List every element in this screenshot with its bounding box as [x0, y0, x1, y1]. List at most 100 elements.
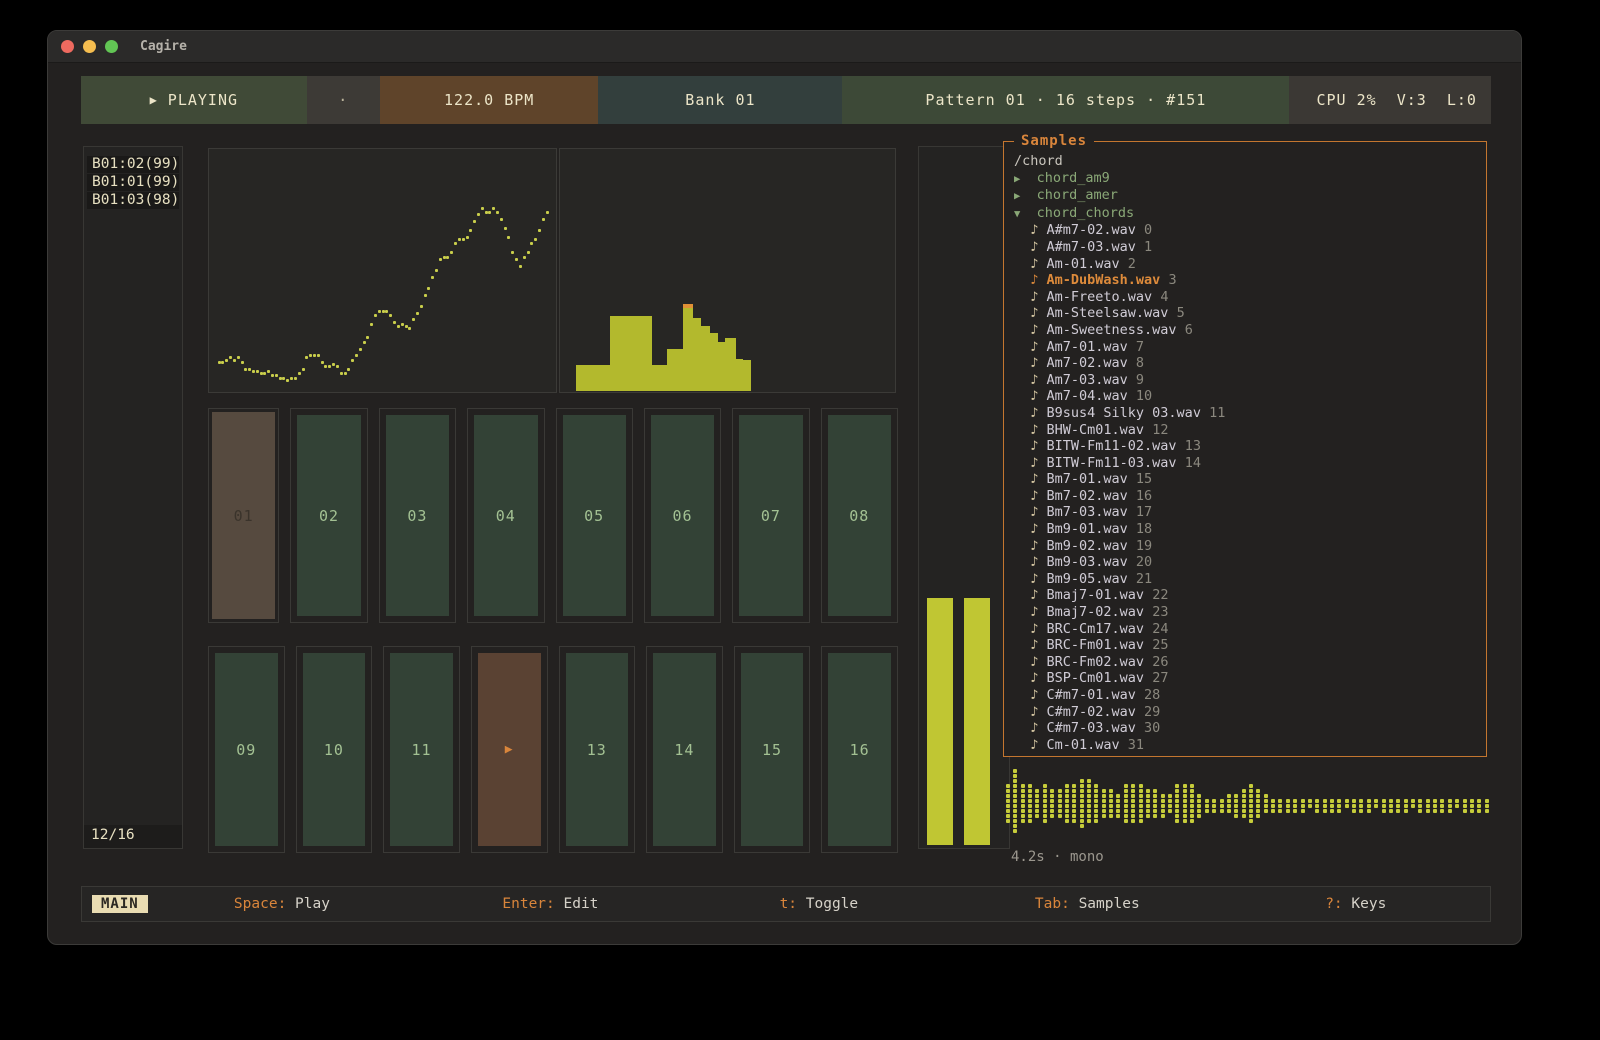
sample-file-row[interactable]: ♪ BSP-Cm01.wav 27: [1014, 670, 1478, 687]
sample-file-row[interactable]: ♪ A#m7-02.wav 0: [1014, 222, 1478, 239]
sample-file-row[interactable]: ♪ Am-Steelsaw.wav 5: [1014, 305, 1478, 322]
scatter-point: [393, 321, 396, 324]
pad-12[interactable]: ▶: [471, 646, 548, 853]
scatter-point: [244, 368, 247, 371]
pad-07[interactable]: 07: [732, 408, 809, 623]
waveform-dot: [1035, 794, 1039, 798]
pad-01[interactable]: 01: [208, 408, 279, 623]
waveform-dot: [1116, 804, 1120, 808]
scatter-point: [397, 325, 400, 328]
sample-file-name: Am-Sweetness.wav: [1047, 322, 1177, 338]
sample-file-row[interactable]: ♪ Bm7-01.wav 15: [1014, 471, 1478, 488]
waveform-dot: [1264, 809, 1268, 813]
waveform-dot: [1190, 804, 1194, 808]
pad-04[interactable]: 04: [467, 408, 544, 623]
note-icon: ♪: [1014, 422, 1047, 438]
note-icon: ♪: [1014, 272, 1047, 288]
sample-file-row[interactable]: ♪ Am7-02.wav 8: [1014, 355, 1478, 372]
note-icon: ♪: [1014, 372, 1047, 388]
pad-14[interactable]: 14: [646, 646, 723, 853]
sample-file-row[interactable]: ♪ BRC-Fm01.wav 25: [1014, 637, 1478, 654]
sample-file-row[interactable]: ♪ C#m7-02.wav 29: [1014, 704, 1478, 721]
sample-file-name: Bm9-05.wav: [1047, 571, 1128, 587]
sample-file-row[interactable]: ♪ Bm9-03.wav 20: [1014, 554, 1478, 571]
sample-file-row[interactable]: ♪ Am7-01.wav 7: [1014, 339, 1478, 356]
sample-file-row[interactable]: ♪ Bm9-02.wav 19: [1014, 538, 1478, 555]
pad-13[interactable]: 13: [559, 646, 636, 853]
sample-file-row[interactable]: ♪ Am-Sweetness.wav 6: [1014, 322, 1478, 339]
sample-folder-row[interactable]: ▶ chord_am9: [1014, 170, 1478, 188]
sample-file-row[interactable]: ♪ Am-01.wav 2: [1014, 256, 1478, 273]
pad-03[interactable]: 03: [379, 408, 456, 623]
waveform-dot: [1080, 799, 1084, 803]
sample-file-row[interactable]: ♪ C#m7-01.wav 28: [1014, 687, 1478, 704]
zoom-button[interactable]: [105, 40, 118, 53]
waveform-dot: [1205, 809, 1209, 813]
waveform-dot: [1168, 799, 1172, 803]
pad-label: 13: [566, 653, 629, 846]
waveform-dot: [1345, 804, 1349, 808]
sample-file-row[interactable]: ♪ Bm7-03.wav 17: [1014, 504, 1478, 521]
pad-08[interactable]: 08: [821, 408, 898, 623]
waveform-dot: [1013, 829, 1017, 833]
waveform-dot: [1139, 794, 1143, 798]
pad-16[interactable]: 16: [821, 646, 898, 853]
waveform-dot: [1043, 784, 1047, 788]
pattern-display[interactable]: Pattern 01 · 16 steps · #151: [842, 76, 1289, 124]
pad-11[interactable]: 11: [383, 646, 460, 853]
sample-file-row[interactable]: ♪ Bmaj7-02.wav 23: [1014, 604, 1478, 621]
pad-06[interactable]: 06: [644, 408, 721, 623]
sample-file-row[interactable]: ♪ B9sus4 Silky 03.wav 11: [1014, 405, 1478, 422]
sample-file-row[interactable]: ♪ Am7-04.wav 10: [1014, 388, 1478, 405]
waveform-dot: [1418, 809, 1422, 813]
waveform-dot: [1485, 799, 1489, 803]
sample-file-index: 23: [1144, 604, 1168, 620]
waveform-dot: [1404, 804, 1408, 808]
waveform-dot: [1087, 819, 1091, 823]
sample-folder-row[interactable]: ▼ chord_chords: [1014, 205, 1478, 223]
waveform-dot: [1080, 819, 1084, 823]
sample-file-row[interactable]: ♪ Am7-03.wav 9: [1014, 372, 1478, 389]
pad-label: 06: [651, 415, 714, 616]
sample-file-row[interactable]: ♪ BITW-Fm11-02.wav 13: [1014, 438, 1478, 455]
pad-15[interactable]: 15: [734, 646, 811, 853]
sample-file-row[interactable]: ♪ Bm9-05.wav 21: [1014, 571, 1478, 588]
pad-09[interactable]: 09: [208, 646, 285, 853]
scatter-point: [496, 211, 499, 214]
sample-file-row[interactable]: ♪ Cm-01.wav 31: [1014, 737, 1478, 754]
waveform-dot: [1175, 794, 1179, 798]
close-button[interactable]: [61, 40, 74, 53]
bank-display[interactable]: Bank 01: [598, 76, 842, 124]
scatter-point: [347, 368, 350, 371]
sample-file-row[interactable]: ♪ Bm9-01.wav 18: [1014, 521, 1478, 538]
pad-02[interactable]: 02: [290, 408, 367, 623]
sample-file-row[interactable]: ♪ Bm7-02.wav 16: [1014, 488, 1478, 505]
pad-05[interactable]: 05: [556, 408, 633, 623]
waveform-dot: [1139, 789, 1143, 793]
waveform-dot: [1080, 809, 1084, 813]
sample-file-row[interactable]: ♪ Am-DubWash.wav 3: [1014, 272, 1478, 289]
sample-file-row[interactable]: ♪ BRC-Fm02.wav 26: [1014, 654, 1478, 671]
sample-file-row[interactable]: ♪ Am-Freeto.wav 4: [1014, 289, 1478, 306]
sample-file-row[interactable]: ♪ C#m7-03.wav 30: [1014, 720, 1478, 737]
minimize-button[interactable]: [83, 40, 96, 53]
sample-file-row[interactable]: ♪ BRC-Cm17.wav 24: [1014, 621, 1478, 638]
pad-10[interactable]: 10: [296, 646, 373, 853]
note-icon: ♪: [1014, 239, 1047, 255]
note-icon: ♪: [1014, 621, 1047, 637]
waveform-dot: [1271, 804, 1275, 808]
waveform-dot: [1102, 804, 1106, 808]
waveform-dot: [1087, 784, 1091, 788]
sample-file-index: 12: [1144, 422, 1168, 438]
sample-file-row[interactable]: ♪ BHW-Cm01.wav 12: [1014, 422, 1478, 439]
waveform-dot: [1168, 794, 1172, 798]
sample-file-row[interactable]: ♪ Bmaj7-01.wav 22: [1014, 587, 1478, 604]
waveform-dot: [1146, 814, 1150, 818]
waveform-dot: [1050, 814, 1054, 818]
sample-file-row[interactable]: ♪ A#m7-03.wav 1: [1014, 239, 1478, 256]
waveform-dot: [1426, 804, 1430, 808]
sample-file-row[interactable]: ♪ BITW-Fm11-03.wav 14: [1014, 455, 1478, 472]
waveform-dot: [1197, 804, 1201, 808]
sample-folder-row[interactable]: ▶ chord_amer: [1014, 187, 1478, 205]
bpm-display[interactable]: 122.0 BPM: [380, 76, 599, 124]
